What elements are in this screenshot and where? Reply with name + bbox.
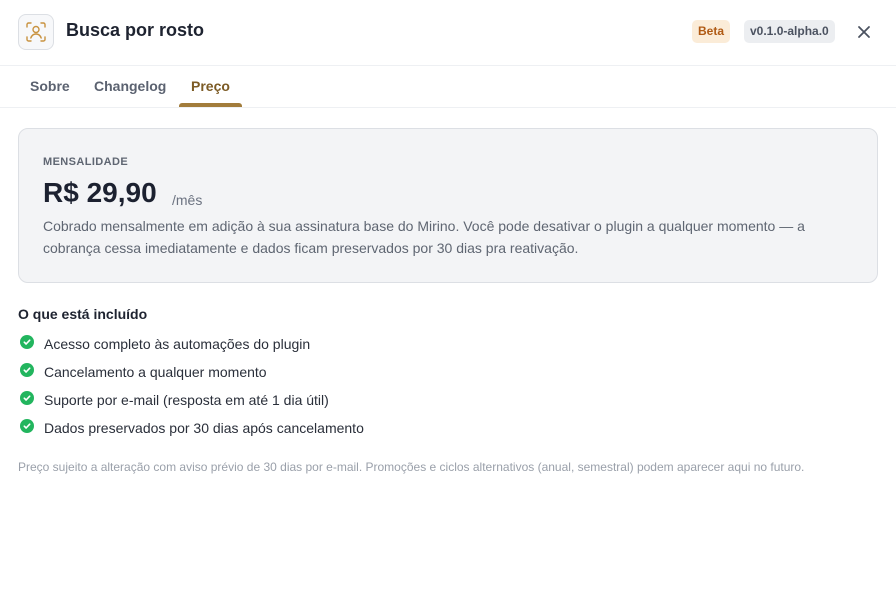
check-icon <box>20 419 34 433</box>
list-item: Acesso completo às automações do plugin <box>18 334 364 362</box>
feature-list: Acesso completo às automações do plugin … <box>18 334 364 446</box>
list-item: Suporte por e-mail (resposta em até 1 di… <box>18 390 364 418</box>
plan-label: MENSALIDADE <box>43 156 129 168</box>
list-item: Dados preservados por 30 dias após cance… <box>18 418 364 446</box>
face-scan-icon <box>18 14 54 50</box>
tab-changelog[interactable]: Changelog <box>94 78 166 94</box>
close-button[interactable] <box>854 22 874 42</box>
modal-title: Busca por rosto <box>66 20 205 40</box>
feature-label: Dados preservados por 30 dias após cance… <box>44 420 364 436</box>
tab-bar: Sobre Changelog Preço <box>0 66 896 108</box>
beta-badge: Beta <box>692 20 731 43</box>
active-tab-indicator <box>179 103 242 107</box>
price-description: Cobrado mensalmente em adição à sua assi… <box>43 218 805 256</box>
pricing-card: MENSALIDADE R$ 29,90 /mês Cobrado mensal… <box>18 128 878 283</box>
price-amount: R$ 29,90 <box>43 177 157 208</box>
tab-sobre[interactable]: Sobre <box>30 78 70 94</box>
feature-label: Suporte por e-mail (resposta em até 1 di… <box>44 392 329 408</box>
feature-label: Cancelamento a qualquer momento <box>44 364 267 380</box>
check-icon <box>20 363 34 377</box>
modal-header: Busca por rosto Beta v0.1.0-alpha.0 <box>0 0 896 66</box>
version-badge: v0.1.0-alpha.0 <box>744 20 835 43</box>
tab-preco[interactable]: Preço <box>191 78 230 94</box>
list-item: Cancelamento a qualquer momento <box>18 362 364 390</box>
price-period: /mês <box>172 192 203 208</box>
feature-label: Acesso completo às automações do plugin <box>44 336 311 352</box>
included-title: O que está incluído <box>18 306 148 322</box>
check-icon <box>20 335 34 349</box>
check-icon <box>20 391 34 405</box>
pricing-footnote: Preço sujeito a alteração com aviso prév… <box>18 460 805 474</box>
close-icon <box>858 26 870 38</box>
